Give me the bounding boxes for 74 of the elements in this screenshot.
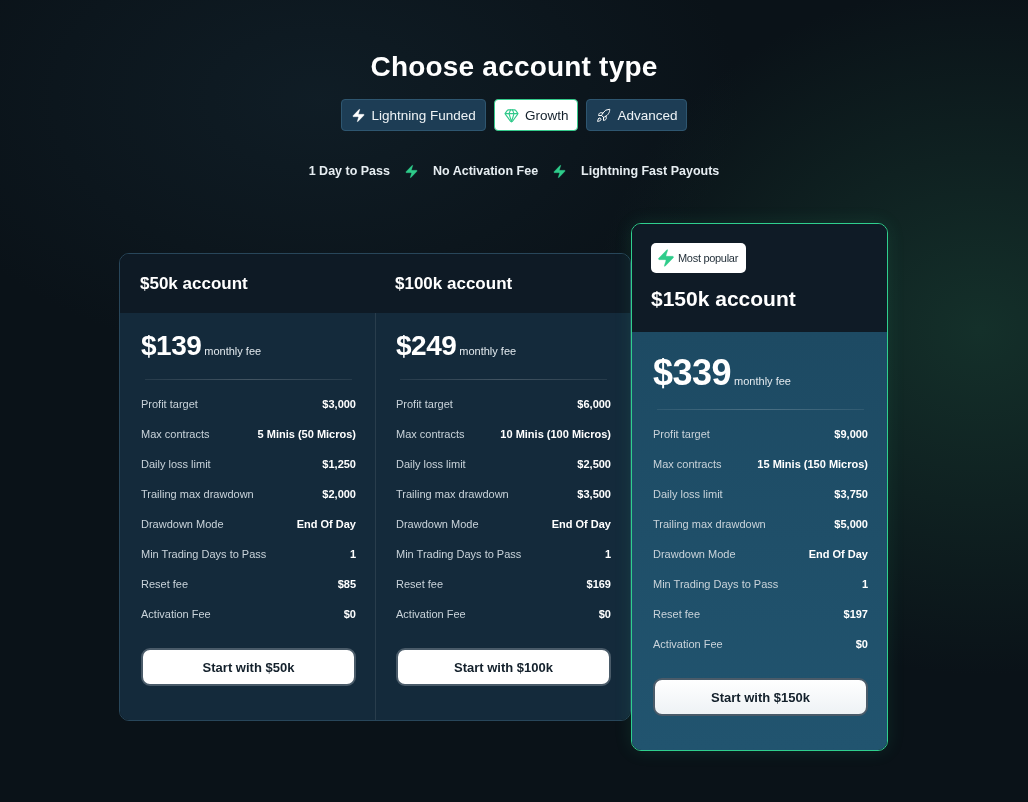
detail-label: Drawdown Mode [396, 518, 479, 530]
detail-label: Profit target [653, 428, 710, 440]
start-button[interactable]: Start with $150k [653, 678, 868, 716]
detail-label: Reset fee [653, 608, 701, 620]
detail-value: 10 Minis (100 Micros) [500, 428, 611, 440]
price-note: monthly fee [734, 375, 791, 387]
detail-value: 15 Minis (150 Micros) [757, 458, 868, 470]
detail-value: $2,500 [577, 458, 611, 470]
price: $339 [653, 355, 732, 391]
detail-value: $1,250 [322, 458, 356, 470]
detail-label: Drawdown Mode [653, 548, 736, 560]
feature-text: No Activation Fee [433, 164, 539, 178]
detail-label: Profit target [141, 398, 198, 410]
detail-label: Min Trading Days to Pass [141, 548, 267, 560]
detail-label: Min Trading Days to Pass [653, 578, 779, 590]
account-type-tab[interactable]: Growth [493, 99, 579, 131]
detail-value: $3,500 [577, 488, 611, 500]
detail-label: Daily loss limit [653, 488, 723, 500]
bolt-icon [350, 107, 366, 123]
start-button[interactable]: Start with $50k [141, 648, 356, 686]
detail-value: End Of Day [296, 518, 356, 530]
detail-value: $5,000 [834, 518, 868, 530]
detail-value: 1 [861, 578, 868, 590]
detail-label: Activation Fee [141, 608, 211, 620]
detail-label: Min Trading Days to Pass [396, 548, 522, 560]
start-button[interactable]: Start with $100k [396, 648, 611, 686]
feature-text: Lightning Fast Payouts [581, 164, 720, 178]
plan-title: $100k account [395, 272, 513, 295]
detail-label: Reset fee [141, 578, 189, 590]
detail-label: Activation Fee [396, 608, 466, 620]
detail-label: Max contracts [653, 458, 722, 470]
feature-text: 1 Day to Pass [308, 164, 390, 178]
gem-icon [503, 107, 519, 123]
detail-value: $85 [337, 578, 356, 590]
detail-label: Profit target [396, 398, 453, 410]
price-note: monthly fee [204, 345, 262, 357]
detail-label: Daily loss limit [396, 458, 466, 470]
detail-label: Daily loss limit [141, 458, 211, 470]
bolt-icon [404, 163, 419, 179]
detail-label: Trailing max drawdown [141, 488, 254, 500]
account-type-tab[interactable]: Advanced [586, 99, 688, 131]
detail-label: Max contracts [141, 428, 210, 440]
detail-value: 5 Minis (50 Micros) [257, 428, 356, 440]
detail-label: Trailing max drawdown [396, 488, 509, 500]
detail-label: Trailing max drawdown [653, 518, 766, 530]
detail-value: 1 [604, 548, 611, 560]
account-type-tab[interactable]: Lightning Funded [340, 99, 486, 131]
plan-title: $50k account [140, 272, 248, 295]
page-title: Choose account type [370, 50, 658, 84]
detail-value: $3,000 [322, 398, 356, 410]
detail-label: Reset fee [396, 578, 444, 590]
detail-value: 1 [349, 548, 356, 560]
detail-value: $0 [855, 638, 868, 650]
price: $139 [141, 331, 202, 361]
detail-value: $2,000 [322, 488, 356, 500]
price-note: monthly fee [459, 345, 517, 357]
badge-label: Most popular [678, 252, 738, 264]
bolt-icon [656, 248, 676, 268]
detail-value: $6,000 [577, 398, 611, 410]
detail-value: $0 [343, 608, 356, 620]
bolt-icon [552, 163, 568, 179]
detail-label: Drawdown Mode [141, 518, 224, 530]
detail-value: $0 [598, 608, 611, 620]
rocket-icon [596, 107, 612, 123]
detail-value: $169 [586, 578, 611, 590]
detail-value: End Of Day [808, 548, 868, 560]
detail-value: $3,750 [834, 488, 868, 500]
detail-label: Activation Fee [653, 638, 723, 650]
price: $249 [396, 331, 457, 361]
detail-value: $197 [843, 608, 868, 620]
detail-label: Max contracts [396, 428, 465, 440]
detail-value: End Of Day [551, 518, 611, 530]
plan-title: $150k account [651, 286, 796, 312]
detail-value: $9,000 [834, 428, 868, 440]
